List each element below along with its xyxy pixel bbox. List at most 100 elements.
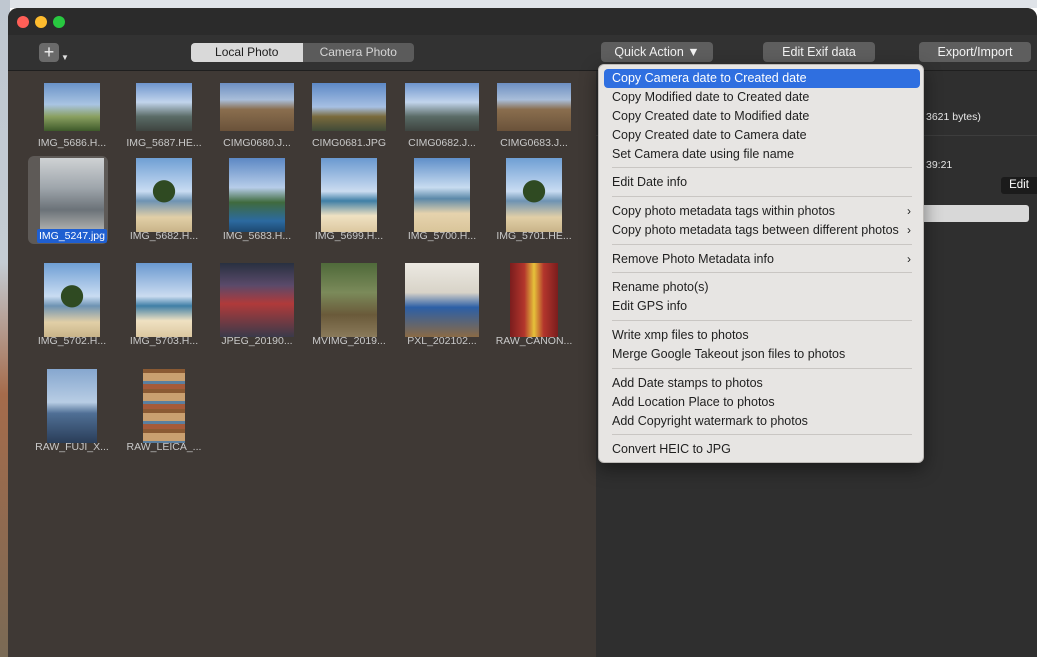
photo-image: [143, 369, 185, 443]
photo-filename: IMG_5702.H...: [26, 335, 118, 347]
menu-item[interactable]: Add Date stamps to photos: [604, 374, 920, 393]
photo-filename: IMG_5682.H...: [118, 230, 210, 242]
photo-filename: RAW_LEICA_...: [118, 441, 210, 453]
minimize-window-button[interactable]: [35, 16, 47, 28]
photo-thumbnail[interactable]: CIMG0680.J...: [211, 73, 303, 161]
photo-image: [321, 158, 377, 232]
photo-image: [136, 263, 192, 337]
menu-item-label: Set Camera date using file name: [612, 147, 795, 161]
menu-item[interactable]: Merge Google Takeout json files to photo…: [604, 345, 920, 364]
photo-thumbnail[interactable]: IMG_5247.jpg: [26, 156, 118, 254]
close-window-button[interactable]: [17, 16, 29, 28]
chevron-right-icon: ›: [907, 223, 911, 237]
caret-down-icon[interactable]: ▼: [61, 53, 69, 62]
menu-item-label: Add Date stamps to photos: [612, 376, 763, 390]
menu-item[interactable]: Convert HEIC to JPG: [604, 440, 920, 459]
menu-separator: [612, 368, 912, 369]
photo-filename-text: IMG_5703.H...: [129, 335, 199, 347]
photo-thumbnail[interactable]: IMG_5687.HE...: [118, 73, 210, 161]
menu-item[interactable]: Copy photo metadata tags within photos ›: [604, 202, 920, 221]
photo-thumbnail[interactable]: IMG_5699.H...: [303, 158, 395, 254]
photo-image: [136, 158, 192, 232]
edit-exif-data-button[interactable]: Edit Exif data: [763, 42, 875, 62]
photo-filename-text: CIMG0681.JPG: [311, 137, 387, 149]
photo-filename: CIMG0682.J...: [396, 137, 488, 149]
photo-thumbnail[interactable]: PXL_202102...: [396, 263, 488, 359]
photo-filename: CIMG0683.J...: [488, 137, 580, 149]
photo-filename: IMG_5700.H...: [396, 230, 488, 242]
menu-separator: [612, 167, 912, 168]
photo-thumbnail[interactable]: RAW_CANON...: [488, 263, 580, 359]
photo-image: [506, 158, 562, 232]
photo-filename: IMG_5683.H...: [211, 230, 303, 242]
photo-image: [220, 263, 294, 337]
photo-thumbnail[interactable]: IMG_5683.H...: [211, 158, 303, 254]
photo-thumbnail[interactable]: CIMG0681.JPG: [303, 73, 395, 161]
menu-separator: [612, 434, 912, 435]
photo-thumbnail[interactable]: CIMG0683.J...: [488, 73, 580, 161]
photo-image: [510, 263, 558, 337]
menu-item[interactable]: Copy Modified date to Created date: [604, 88, 920, 107]
menu-item[interactable]: Add Copyright watermark to photos: [604, 412, 920, 431]
edit-button[interactable]: Edit: [1001, 177, 1037, 194]
photo-image: [405, 263, 479, 337]
photo-thumbnail[interactable]: IMG_5703.H...: [118, 263, 210, 359]
photo-filename: CIMG0681.JPG: [303, 137, 395, 149]
add-photos-button[interactable]: +: [39, 43, 59, 62]
menu-item[interactable]: Copy photo metadata tags between differe…: [604, 221, 920, 240]
menu-item[interactable]: Copy Camera date to Created date: [604, 69, 920, 88]
zoom-window-button[interactable]: [53, 16, 65, 28]
photo-filename-text: MVIMG_2019...: [312, 335, 386, 347]
menu-item-label: Remove Photo Metadata info: [612, 252, 774, 266]
photo-image: [47, 369, 97, 443]
photo-thumbnail[interactable]: IMG_5700.H...: [396, 158, 488, 254]
photo-image: [321, 263, 377, 337]
menu-item[interactable]: Add Location Place to photos: [604, 393, 920, 412]
info-input-field[interactable]: [914, 205, 1029, 222]
photo-filename: IMG_5699.H...: [303, 230, 395, 242]
menu-item-label: Copy Created date to Modified date: [612, 109, 810, 123]
photo-thumbnail[interactable]: IMG_5686.H...: [26, 73, 118, 161]
photo-image: [40, 158, 104, 232]
photo-thumbnail[interactable]: IMG_5701.HE...: [488, 158, 580, 254]
photo-filename-text: IMG_5699.H...: [314, 230, 384, 242]
photo-filename: MVIMG_2019...: [303, 335, 395, 347]
menu-item[interactable]: Edit GPS info: [604, 297, 920, 316]
photo-grid: IMG_5686.H... IMG_5687.HE... CIMG0680.J...…: [8, 71, 596, 657]
photo-filename-text: RAW_FUJI_X...: [35, 441, 109, 453]
menu-separator: [612, 244, 912, 245]
menu-separator: [612, 196, 912, 197]
menu-item[interactable]: Copy Created date to Modified date: [604, 107, 920, 126]
photo-filename: IMG_5247.jpg: [26, 229, 118, 243]
export-import-button[interactable]: Export/Import: [919, 42, 1031, 62]
menu-item[interactable]: Remove Photo Metadata info ›: [604, 250, 920, 269]
photo-filename-text: IMG_5700.H...: [407, 230, 477, 242]
photo-filename-text: IMG_5702.H...: [37, 335, 107, 347]
menu-item-label: Add Location Place to photos: [612, 395, 775, 409]
title-bar: [8, 8, 1037, 35]
photo-filename-text: JPEG_20190...: [221, 335, 293, 347]
menu-item[interactable]: Edit Date info: [604, 173, 920, 192]
photo-thumbnail[interactable]: RAW_LEICA_...: [118, 369, 210, 465]
menu-item[interactable]: Write xmp files to photos: [604, 326, 920, 345]
menu-item[interactable]: Copy Created date to Camera date: [604, 126, 920, 145]
menu-separator: [612, 272, 912, 273]
photo-filename: PXL_202102...: [396, 335, 488, 347]
tab-local-photo[interactable]: Local Photo: [191, 43, 303, 62]
menu-item[interactable]: Set Camera date using file name: [604, 145, 920, 164]
menu-item-label: Add Copyright watermark to photos: [612, 414, 808, 428]
quick-action-button[interactable]: Quick Action ▼: [601, 42, 713, 62]
photo-thumbnail[interactable]: MVIMG_2019...: [303, 263, 395, 359]
photo-thumbnail[interactable]: IMG_5702.H...: [26, 263, 118, 359]
time-text: 39:21: [926, 159, 953, 171]
photo-thumbnail[interactable]: IMG_5682.H...: [118, 158, 210, 254]
menu-item[interactable]: Rename photo(s): [604, 278, 920, 297]
photo-filename-text: CIMG0682.J...: [408, 137, 476, 149]
menu-item-label: Edit GPS info: [612, 299, 688, 313]
photo-thumbnail[interactable]: RAW_FUJI_X...: [26, 369, 118, 465]
menu-item-label: Copy Created date to Camera date: [612, 128, 807, 142]
photo-thumbnail[interactable]: JPEG_20190...: [211, 263, 303, 359]
menu-item-label: Rename photo(s): [612, 280, 709, 294]
photo-thumbnail[interactable]: CIMG0682.J...: [396, 73, 488, 161]
tab-camera-photo[interactable]: Camera Photo: [303, 43, 415, 62]
